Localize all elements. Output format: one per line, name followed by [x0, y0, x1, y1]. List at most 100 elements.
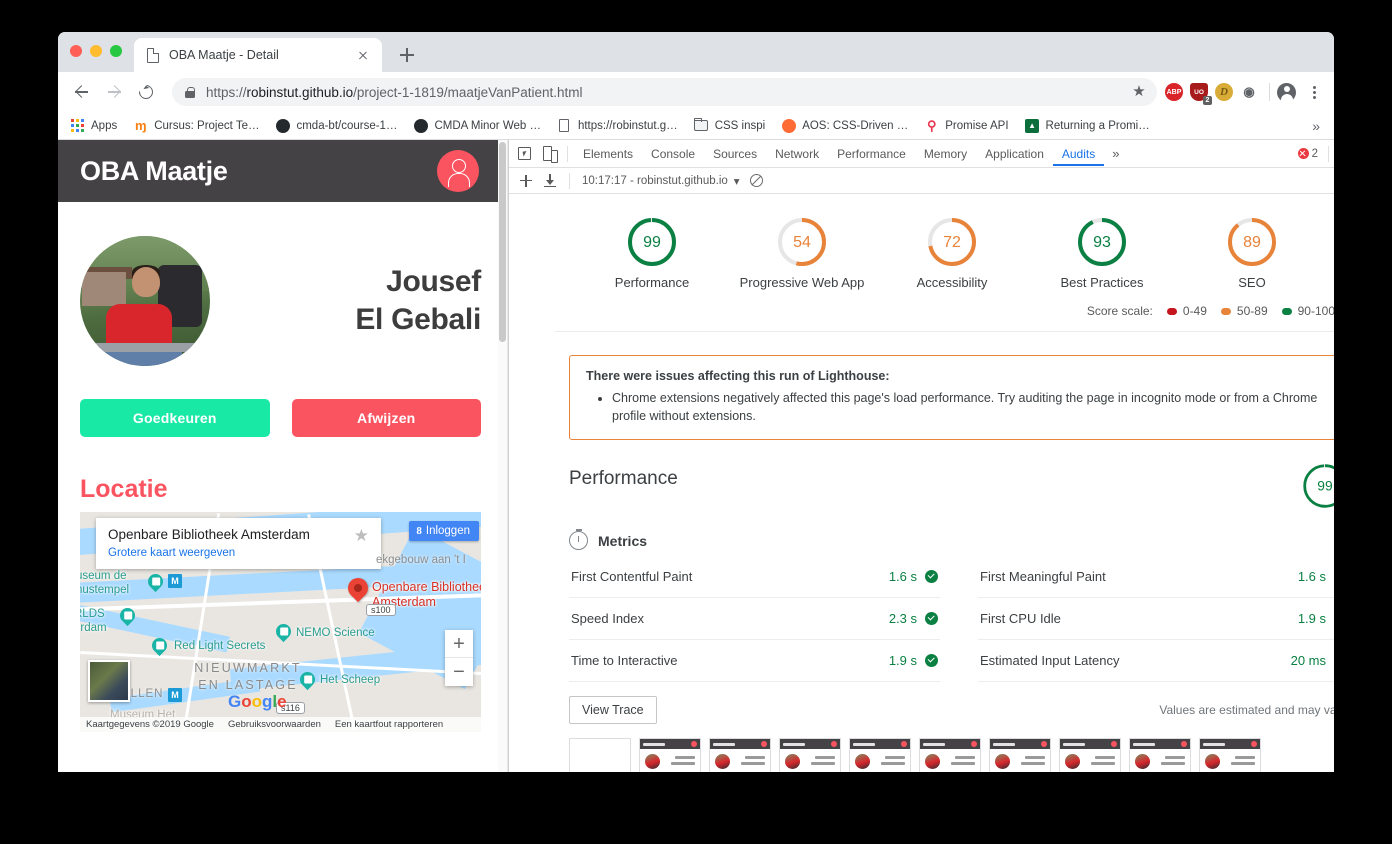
error-count-badge[interactable]: 2 — [1297, 148, 1318, 160]
aos-icon — [781, 118, 796, 133]
tab-memory[interactable]: Memory — [915, 142, 976, 166]
shield-extension-icon[interactable]: UO 2 — [1190, 83, 1212, 105]
download-icon[interactable] — [539, 170, 561, 192]
chevron-down-icon[interactable]: ▾ — [734, 174, 740, 188]
view-larger-map-link[interactable]: Grotere kaart weergeven — [108, 547, 348, 559]
patient-action-buttons: Goedkeuren Afwijzen — [58, 366, 507, 437]
bookmark-robinstut[interactable]: https://robinstut.g… — [557, 118, 687, 133]
metric-row[interactable]: First Contentful Paint 1.6 s — [569, 556, 940, 599]
bookmark-label: cmda-bt/course-1… — [296, 119, 398, 132]
view-trace-button[interactable]: View Trace — [569, 696, 657, 725]
zoom-in-button[interactable]: + — [445, 630, 473, 658]
dashlane-extension-icon[interactable]: D — [1215, 83, 1233, 101]
bookmarks-overflow-icon[interactable]: » — [1312, 118, 1322, 134]
gauge-performance[interactable]: 99 Performance — [577, 216, 727, 290]
close-window-button[interactable] — [70, 45, 82, 57]
approve-button[interactable]: Goedkeuren — [80, 399, 270, 437]
map-poi-label: erdam — [80, 622, 107, 634]
bookmark-promise-api[interactable]: ⚲ Promise API — [924, 118, 1017, 133]
gauge-seo[interactable]: 89 SEO — [1177, 216, 1327, 290]
map-signin-label: Inloggen — [425, 525, 470, 537]
google-map[interactable]: Openbare Bibliotheek Amsterdam Grotere k… — [80, 512, 481, 732]
tab-title: OBA Maatje - Detail — [169, 48, 279, 62]
clear-audits-icon[interactable] — [749, 174, 763, 187]
maximize-window-button[interactable] — [110, 45, 122, 57]
tab-console[interactable]: Console — [642, 142, 704, 166]
device-toolbar-icon[interactable] — [537, 142, 561, 166]
inspect-element-icon[interactable] — [513, 142, 537, 166]
patient-last-name: El Gebali — [355, 303, 481, 336]
reject-button[interactable]: Afwijzen — [291, 399, 481, 437]
tab-performance[interactable]: Performance — [828, 142, 915, 166]
map-zoom-controls[interactable]: + − — [445, 630, 473, 686]
zoom-out-button[interactable]: − — [445, 658, 473, 686]
gauge-best-practices[interactable]: 93 Best Practices — [1027, 216, 1177, 290]
bookmark-aos[interactable]: AOS: CSS-Driven … — [781, 118, 917, 133]
adblock-plus-extension-icon[interactable]: ABP — [1165, 83, 1183, 101]
gauge-accessibility[interactable]: 72 Accessibility — [877, 216, 1027, 290]
page-scrollbar-thumb[interactable] — [499, 142, 506, 342]
gauge-label: Best Practices — [1060, 275, 1144, 290]
gauge-score: 54 — [793, 234, 811, 251]
map-poi-pin[interactable] — [272, 620, 295, 643]
star-icon[interactable]: ★ — [354, 527, 369, 544]
profile-avatar-icon[interactable] — [1277, 82, 1296, 103]
bookmark-css-inspi[interactable]: CSS inspi — [693, 117, 775, 133]
tab-audits[interactable]: Audits — [1053, 142, 1104, 166]
back-button[interactable] — [68, 78, 96, 106]
forward-button[interactable] — [100, 78, 128, 106]
browser-toolbar: https://robinstut.github.io/project-1-18… — [58, 72, 1334, 112]
performance-filmstrip — [569, 738, 1334, 772]
page-scrollbar[interactable] — [498, 140, 507, 772]
metrics-grid: First Contentful Paint 1.6 s First Meani… — [569, 556, 1334, 683]
map-report-error-link[interactable]: Een kaartfout rapporteren — [335, 719, 443, 730]
browser-tab[interactable]: OBA Maatje - Detail — [134, 38, 382, 72]
gauge-pwa[interactable]: 54 Progressive Web App — [727, 216, 877, 290]
audit-run-selector[interactable]: 10:17:17 - robinstut.github.io — [578, 175, 732, 187]
document-icon — [144, 47, 160, 63]
tab-elements[interactable]: Elements — [574, 142, 642, 166]
promise-icon: ⚲ — [927, 117, 937, 133]
filmstrip-frame — [569, 738, 631, 772]
more-tabs-icon[interactable]: » — [1104, 146, 1127, 161]
close-tab-icon[interactable] — [354, 46, 372, 64]
user-avatar-icon[interactable] — [437, 150, 479, 192]
tab-application[interactable]: Application — [976, 142, 1053, 166]
reload-button[interactable] — [132, 78, 160, 106]
site-logo: OBA Maatje — [80, 155, 228, 186]
metric-row[interactable]: Estimated Input Latency 20 ms — [978, 640, 1334, 683]
bookmark-label: AOS: CSS-Driven … — [802, 119, 909, 132]
tab-network[interactable]: Network — [766, 142, 828, 166]
metric-row[interactable]: Time to Interactive 1.9 s — [569, 640, 940, 683]
address-bar[interactable]: https://robinstut.github.io/project-1-18… — [172, 78, 1157, 106]
bookmark-cmda-bt-course[interactable]: cmda-bt/course-1… — [275, 118, 406, 133]
plus-icon[interactable] — [515, 170, 537, 192]
metric-row[interactable]: First CPU Idle 1.9 s — [978, 598, 1334, 641]
warning-item: Chrome extensions negatively affected th… — [612, 389, 1332, 425]
google-watermark: Google — [228, 692, 287, 711]
satellite-view-thumbnail[interactable] — [88, 660, 130, 702]
eye-extension-icon[interactable]: ◉ — [1240, 83, 1258, 101]
metric-row[interactable]: Speed Index 2.3 s — [569, 598, 940, 641]
document-icon — [557, 118, 572, 133]
map-signin-button[interactable]: 8 Inloggen — [409, 521, 479, 541]
gauge-label: SEO — [1238, 275, 1266, 290]
bookmark-cmda-minor-web[interactable]: CMDA Minor Web … — [413, 118, 550, 133]
minimize-window-button[interactable] — [90, 45, 102, 57]
chrome-menu-icon[interactable] — [1304, 84, 1324, 101]
metric-row[interactable]: First Meaningful Paint 1.6 s — [978, 556, 1334, 599]
bookmark-star-icon[interactable]: ★ — [1131, 84, 1147, 100]
filmstrip-frame — [639, 738, 701, 772]
estimated-values-note: Values are estimated and may vary. — [1159, 703, 1334, 718]
patient-name: Jousef El Gebali — [228, 263, 481, 340]
map-terms-link[interactable]: Gebruiksvoorwaarden — [228, 719, 321, 730]
tab-sources[interactable]: Sources — [704, 142, 766, 166]
metric-value: 1.6 s — [888, 569, 917, 585]
bookmark-returning-promise[interactable]: ▲ Returning a Promi… — [1025, 118, 1159, 133]
filmstrip-frame — [849, 738, 911, 772]
bookmark-label: Apps — [91, 119, 118, 132]
map-info-card[interactable]: Openbare Bibliotheek Amsterdam Grotere k… — [96, 518, 381, 569]
bookmark-cursus-project[interactable]: ɱ Cursus: Project Te… — [133, 118, 268, 133]
new-tab-button[interactable] — [394, 42, 420, 68]
bookmark-apps[interactable]: Apps — [70, 118, 126, 133]
